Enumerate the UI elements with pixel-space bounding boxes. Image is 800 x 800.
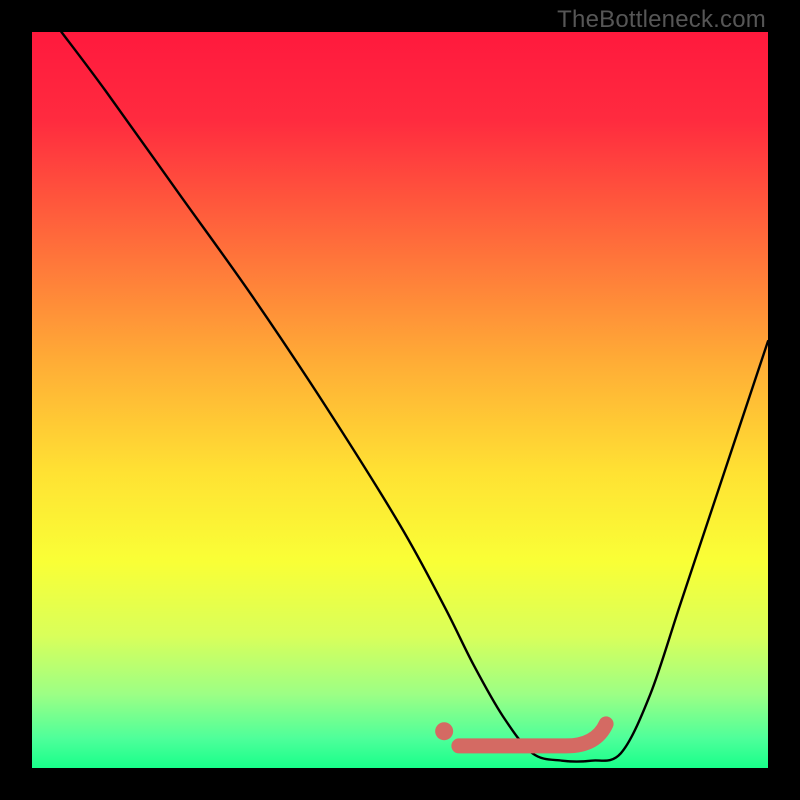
optimal-dot-marker bbox=[435, 722, 453, 740]
chart-stage: TheBottleneck.com bbox=[0, 0, 800, 800]
watermark-text: TheBottleneck.com bbox=[557, 6, 766, 34]
bottleneck-curve bbox=[61, 32, 768, 762]
plot-area bbox=[32, 32, 768, 768]
optimal-range-band bbox=[459, 724, 606, 746]
curve-layer bbox=[32, 32, 768, 768]
